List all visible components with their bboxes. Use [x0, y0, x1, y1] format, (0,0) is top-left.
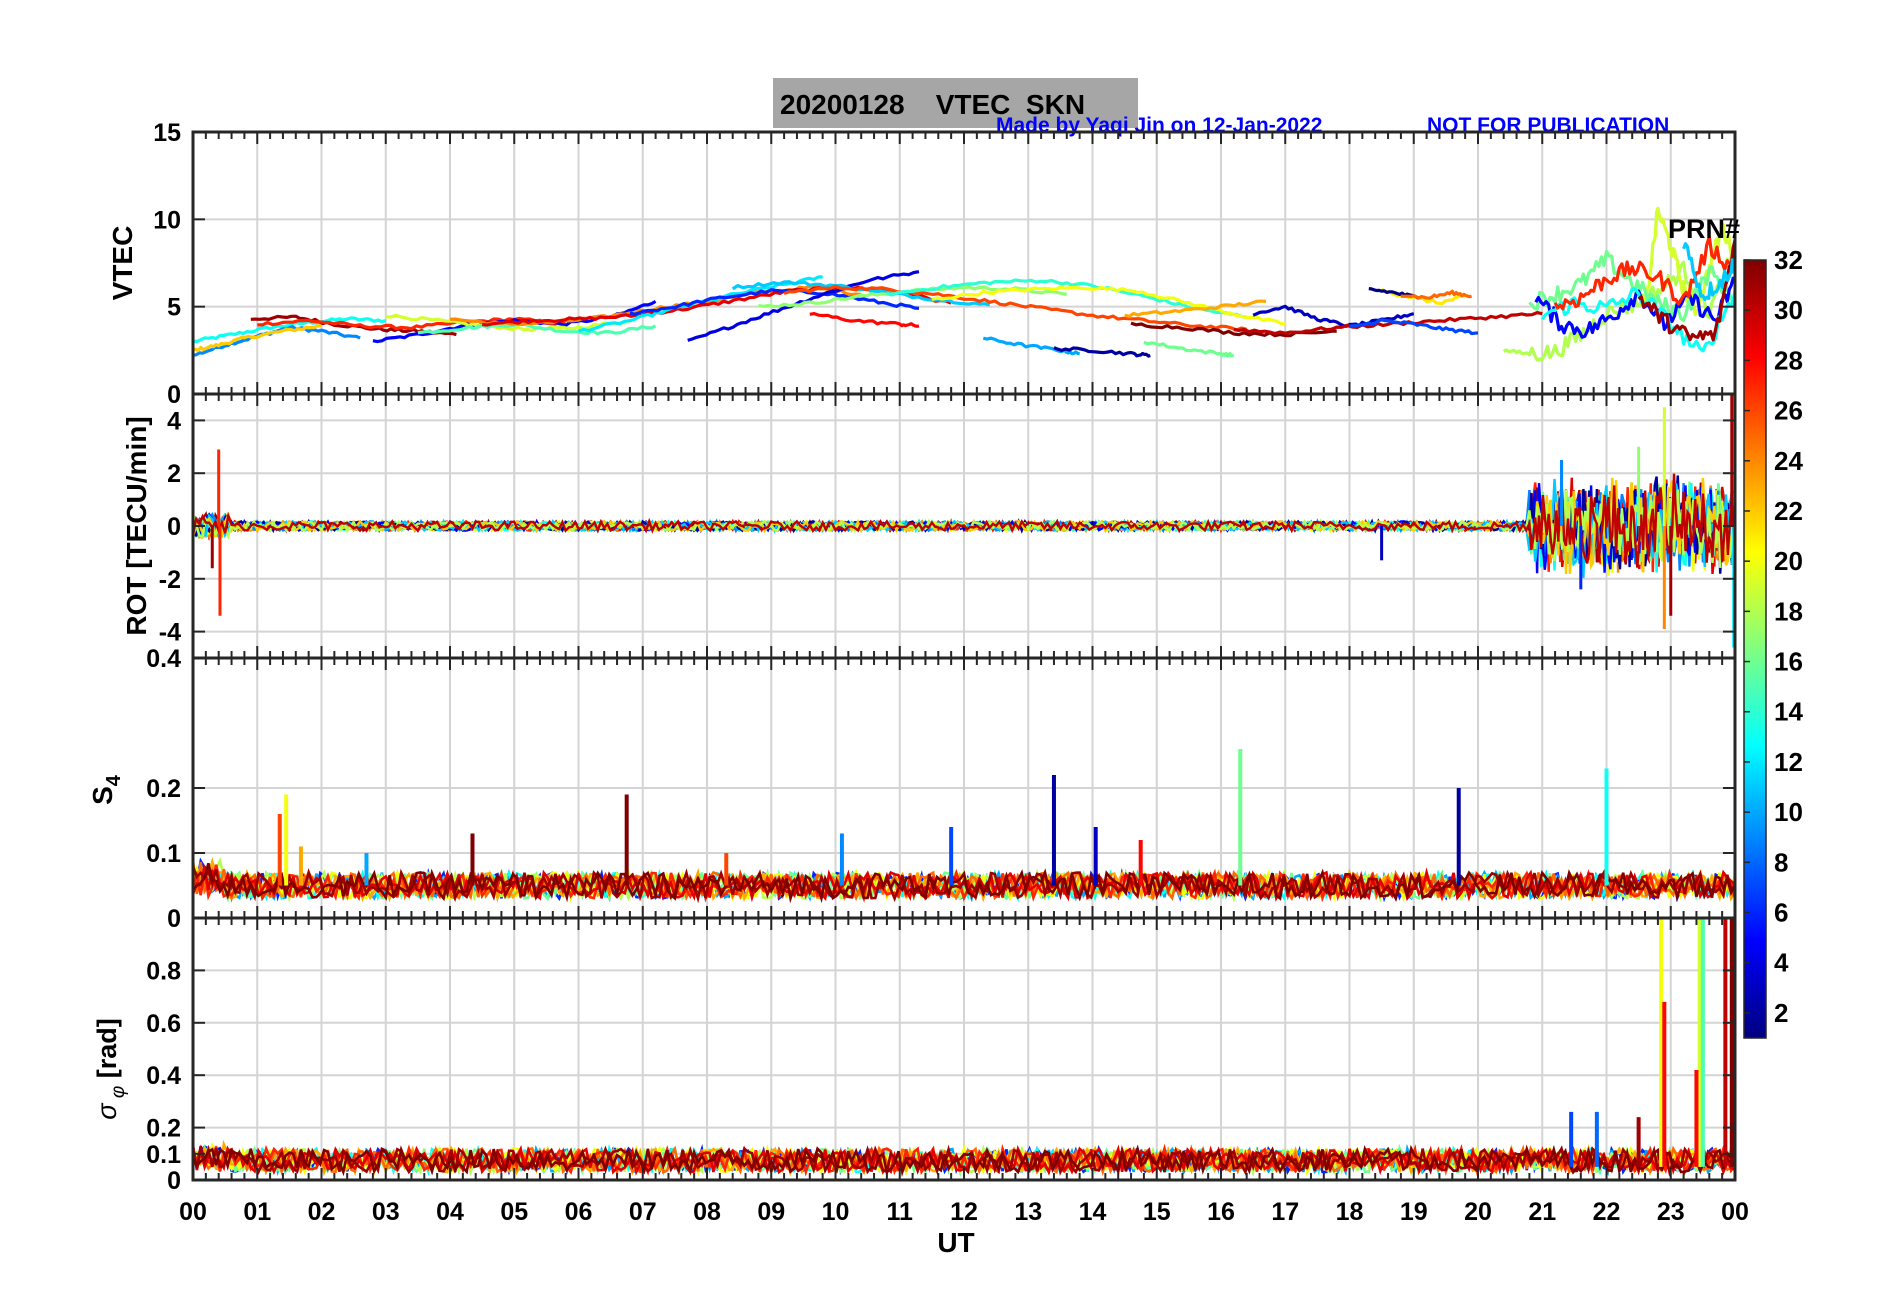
x-tick-label: 20 — [1464, 1198, 1492, 1226]
y-label-sub: 4 — [103, 774, 125, 786]
grid-vtec — [192, 131, 1736, 395]
y-label-phi: φ — [108, 1086, 129, 1104]
x-tick-label: 17 — [1271, 1198, 1299, 1226]
panel-s4: 0 0.1 0.2 0.4 S4 — [87, 645, 1737, 933]
y-tick-label: -2 — [159, 566, 181, 594]
y-tick-label: 0.1 — [146, 840, 181, 868]
colorbar-tick-label: 24 — [1774, 446, 1803, 476]
colorbar-tick-label: 8 — [1774, 847, 1788, 877]
colorbar-title: PRN# — [1668, 214, 1740, 244]
x-tick-label: 06 — [565, 1198, 593, 1226]
colorbar-tick-label: 16 — [1774, 647, 1803, 677]
y-axis-label-rot: ROT [TECU/min] — [121, 416, 152, 635]
vtec-arc-prn10 — [982, 336, 1081, 356]
y-label-main: S — [87, 786, 118, 805]
colorbar-tick-label: 28 — [1774, 345, 1803, 375]
x-tick-label: 07 — [629, 1198, 657, 1226]
y-tick-label: 4 — [167, 407, 181, 435]
y-axis-label-vtec: VTEC — [107, 226, 138, 301]
y-tick-label: 0.1 — [146, 1141, 181, 1169]
x-tick-label: 09 — [757, 1198, 785, 1226]
vtec-arc-prn26 — [783, 284, 1248, 332]
colorbar-tick-label: 18 — [1774, 596, 1803, 626]
panel-vtec: 0 5 10 15 VTEC — [107, 119, 1737, 409]
x-tick-label: 00 — [1721, 1198, 1749, 1226]
y-label-sigma: σ — [92, 1102, 122, 1120]
x-tick-label: 03 — [372, 1198, 400, 1226]
grid-sigma_phi — [192, 918, 1736, 1181]
x-tick-label: 12 — [950, 1198, 978, 1226]
y-tick-label: 0 — [167, 1167, 181, 1195]
vtec-arc-prn23 — [1124, 299, 1267, 318]
x-tick-label: 13 — [1014, 1198, 1042, 1226]
x-tick-label: 00 — [179, 1198, 207, 1226]
x-tick-label: 04 — [436, 1198, 464, 1226]
credit-text: Made by Yaqi Jin on 12-Jan-2022 — [996, 114, 1322, 137]
x-tick-labels: 00 01 02 03 04 05 06 07 08 09 10 11 12 13 14 15 16 17 18 19… — [179, 1198, 1749, 1226]
x-tick-label: 15 — [1143, 1198, 1171, 1226]
colorbar-tick-label: 14 — [1774, 697, 1803, 727]
y-tick-label: 5 — [167, 294, 181, 322]
y-tick-label: -4 — [159, 619, 181, 647]
colorbar-tick-label: 32 — [1774, 245, 1803, 275]
x-tick-label: 01 — [243, 1198, 271, 1226]
colorbar-tick-label: 26 — [1774, 396, 1803, 426]
colorbar-tick-label: 12 — [1774, 747, 1803, 777]
x-axis-label: UT — [937, 1227, 974, 1258]
y-tick-label: 0.8 — [146, 957, 181, 985]
colorbar-tick-label: 2 — [1774, 998, 1788, 1028]
colorbar-tick-label: 4 — [1774, 948, 1789, 978]
x-tick-label: 02 — [308, 1198, 336, 1226]
colorbar-tick-label: 30 — [1774, 295, 1803, 325]
colorbar-tick-label: 22 — [1774, 496, 1803, 526]
y-tick-label: 0 — [167, 381, 181, 409]
x-tick-label: 05 — [500, 1198, 528, 1226]
x-tick-label: 18 — [1336, 1198, 1364, 1226]
y-tick-label: 10 — [153, 206, 181, 234]
x-tick-label: 19 — [1400, 1198, 1428, 1226]
y-tick-label: 0.6 — [146, 1010, 181, 1038]
y-tick-label: 0.2 — [146, 775, 181, 803]
x-tick-label: 16 — [1207, 1198, 1235, 1226]
figure: 20200128 VTEC SKN Made by Yaqi Jin on 12… — [87, 78, 1803, 1258]
colorbar-gradient — [1743, 259, 1767, 1039]
x-tick-label: 14 — [1079, 1198, 1107, 1226]
y-tick-label: 0.4 — [146, 1062, 181, 1090]
panels: 051015VTEC-4-2024ROT [TECU/min]00.10.20.… — [87, 119, 1749, 1226]
x-tick-label: 21 — [1528, 1198, 1556, 1226]
x-tick-label: 23 — [1657, 1198, 1685, 1226]
colorbar-tick-label: 6 — [1774, 898, 1788, 928]
y-label-unit: [rad] — [92, 1018, 122, 1086]
y-tick-label: 2 — [167, 460, 181, 488]
x-tick-label: 11 — [887, 1198, 914, 1226]
x-tick-label: 08 — [693, 1198, 721, 1226]
y-axis-label-s4: S4 — [87, 774, 125, 805]
panel-rot: -4 -2 0 2 4 ROT [TECU/min] — [121, 392, 1737, 660]
colorbar-tick-label: 10 — [1774, 797, 1803, 827]
y-tick-label: 0 — [167, 513, 181, 541]
panel-sigma_phi: 00.10.2 0.4 0.6 0.8 σ φ [rad] — [92, 916, 1737, 1195]
y-tick-label: 0 — [167, 905, 181, 933]
y-axis-label-sigma_phi: σ φ [rad] — [92, 1018, 129, 1119]
colorbar-tick-label: 20 — [1774, 546, 1803, 576]
x-tick-label: 10 — [822, 1198, 850, 1226]
y-tick-label: 0.2 — [146, 1115, 181, 1143]
vtec-arc-prn28 — [809, 312, 920, 328]
vtec-arc-prn15 — [417, 322, 657, 336]
y-tick-label: 0.4 — [146, 645, 181, 673]
x-tick-label: 22 — [1593, 1198, 1621, 1226]
y-tick-label: 15 — [153, 119, 181, 147]
